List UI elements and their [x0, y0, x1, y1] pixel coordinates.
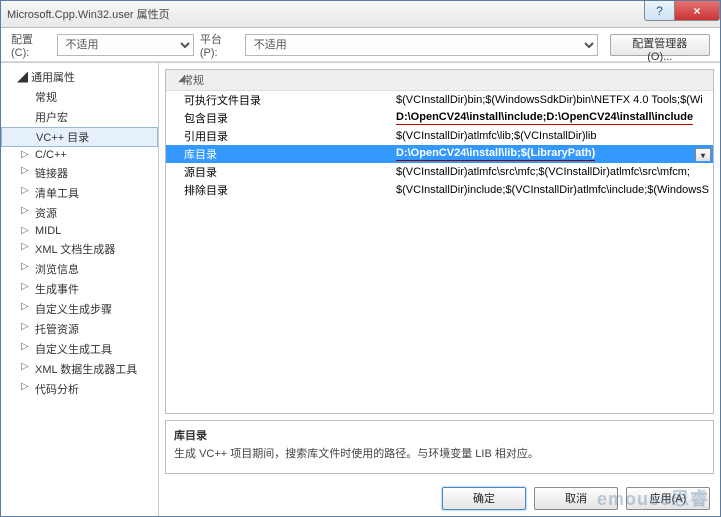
tree-item-label: VC++ 目录 [36, 132, 89, 144]
expand-icon[interactable]: ▷ [21, 261, 29, 272]
expand-icon[interactable]: ▷ [21, 165, 29, 176]
tree-root[interactable]: ◢ ◢ 通用属性 [1, 67, 158, 87]
tree-item-11[interactable]: ▷ 自定义生成步骤 [1, 299, 158, 319]
config-select[interactable]: 不适用 [57, 34, 194, 56]
tree-item-label: 自定义生成步骤 [35, 304, 112, 316]
expand-icon[interactable]: ▷ [21, 241, 29, 252]
property-value[interactable]: D:\OpenCV24\install\lib;$(LibraryPath)▾ [396, 147, 713, 161]
grid-row[interactable]: 库目录D:\OpenCV24\install\lib;$(LibraryPath… [166, 145, 713, 163]
tree-item-7[interactable]: ▷ MIDL [1, 223, 158, 239]
expand-icon[interactable]: ▷ [21, 281, 29, 292]
collapse-icon[interactable]: ◢ [178, 73, 185, 84]
expand-icon[interactable]: ▷ [21, 225, 29, 236]
tree-item-label: 用户宏 [35, 112, 68, 124]
tree-item-label: 链接器 [35, 168, 68, 180]
tree-item-1[interactable]: 用户宏 [1, 107, 158, 127]
grid-body: 可执行文件目录$(VCInstallDir)bin;$(WindowsSdkDi… [166, 91, 713, 413]
expand-icon[interactable]: ▷ [21, 301, 29, 312]
property-name: 排除目录 [166, 182, 396, 198]
tree-item-label: 托管资源 [35, 324, 79, 336]
property-page-window: Microsoft.Cpp.Win32.user 属性页 ? × 配置(C): … [0, 0, 721, 517]
tree-item-label: 生成事件 [35, 284, 79, 296]
description-panel: 库目录 生成 VC++ 项目期间，搜索库文件时使用的路径。与环境变量 LIB 相… [165, 420, 714, 474]
expand-icon[interactable]: ▷ [21, 381, 29, 392]
grid-row[interactable]: 可执行文件目录$(VCInstallDir)bin;$(WindowsSdkDi… [166, 91, 713, 109]
tree-item-15[interactable]: ▷ 代码分析 [1, 379, 158, 399]
tree-item-label: 自定义生成工具 [35, 344, 112, 356]
tree-item-3[interactable]: ▷ C/C++ [1, 147, 158, 163]
property-name: 包含目录 [166, 110, 396, 126]
tree-item-0[interactable]: 常规 [1, 87, 158, 107]
tree-item-10[interactable]: ▷ 生成事件 [1, 279, 158, 299]
tree-item-label: XML 文档生成器 [35, 244, 115, 256]
grid-row[interactable]: 引用目录$(VCInstallDir)atlmfc\lib;$(VCInstal… [166, 127, 713, 145]
tree-item-5[interactable]: ▷ 清单工具 [1, 183, 158, 203]
expand-icon[interactable]: ▷ [21, 149, 29, 160]
property-value[interactable]: $(VCInstallDir)include;$(VCInstallDir)at… [396, 184, 713, 196]
tree-item-8[interactable]: ▷ XML 文档生成器 [1, 239, 158, 259]
description-text: 生成 VC++ 项目期间，搜索库文件时使用的路径。与环境变量 LIB 相对应。 [174, 445, 705, 461]
grid-row[interactable]: 排除目录$(VCInstallDir)include;$(VCInstallDi… [166, 181, 713, 199]
property-value[interactable]: $(VCInstallDir)atlmfc\lib;$(VCInstallDir… [396, 130, 713, 142]
tree-item-9[interactable]: ▷ 浏览信息 [1, 259, 158, 279]
tree-item-4[interactable]: ▷ 链接器 [1, 163, 158, 183]
property-name: 源目录 [166, 164, 396, 180]
grid-group-header[interactable]: ◢ 常规 [166, 70, 713, 91]
property-name: 可执行文件目录 [166, 92, 396, 108]
tree-item-label: 常规 [35, 92, 57, 104]
toolbar: 配置(C): 不适用 平台(P): 不适用 配置管理器(O)... [1, 28, 720, 62]
property-name: 库目录 [166, 146, 396, 162]
tree-item-label: 资源 [35, 208, 57, 220]
tree-item-label: 浏览信息 [35, 264, 79, 276]
ok-button[interactable]: 确定 [442, 487, 526, 510]
property-value[interactable]: $(VCInstallDir)atlmfc\src\mfc;$(VCInstal… [396, 166, 713, 178]
config-manager-button[interactable]: 配置管理器(O)... [610, 34, 710, 56]
expand-icon[interactable]: ▷ [21, 185, 29, 196]
tree-item-6[interactable]: ▷ 资源 [1, 203, 158, 223]
tree-item-label: 清单工具 [35, 188, 79, 200]
grid-row[interactable]: 源目录$(VCInstallDir)atlmfc\src\mfc;$(VCIns… [166, 163, 713, 181]
dropdown-icon[interactable]: ▾ [695, 148, 711, 161]
property-name: 引用目录 [166, 128, 396, 144]
platform-select[interactable]: 不适用 [245, 34, 598, 56]
property-grid: ◢ 常规 可执行文件目录$(VCInstallDir)bin;$(Windows… [165, 69, 714, 414]
tree-item-label: 代码分析 [35, 384, 79, 396]
expand-icon[interactable]: ▷ [21, 341, 29, 352]
titlebar-buttons: ? × [644, 1, 720, 21]
right-pane: ◢ 常规 可执行文件目录$(VCInstallDir)bin;$(Windows… [159, 63, 720, 516]
description-title: 库目录 [174, 427, 705, 443]
expand-icon[interactable]: ▷ [21, 361, 29, 372]
footer: 确定 取消 应用(A) [159, 480, 720, 516]
tree-item-label: XML 数据生成器工具 [35, 364, 137, 376]
property-value[interactable]: $(VCInstallDir)bin;$(WindowsSdkDir)bin\N… [396, 94, 713, 106]
window-title: Microsoft.Cpp.Win32.user 属性页 [7, 6, 170, 22]
tree-item-14[interactable]: ▷ XML 数据生成器工具 [1, 359, 158, 379]
body: ◢ ◢ 通用属性 常规用户宏VC++ 目录▷C/C++▷链接器▷清单工具▷资源▷… [1, 62, 720, 516]
apply-button[interactable]: 应用(A) [626, 487, 710, 510]
property-value[interactable]: D:\OpenCV24\install\include;D:\OpenCV24\… [396, 111, 713, 125]
titlebar: Microsoft.Cpp.Win32.user 属性页 ? × [1, 1, 720, 28]
close-button[interactable]: × [674, 1, 720, 21]
platform-label: 平台(P): [200, 31, 239, 59]
expand-icon[interactable]: ▷ [21, 205, 29, 216]
expand-icon[interactable]: ▷ [21, 321, 29, 332]
config-label: 配置(C): [11, 31, 51, 59]
tree-item-2[interactable]: VC++ 目录 [1, 127, 158, 147]
tree-item-13[interactable]: ▷ 自定义生成工具 [1, 339, 158, 359]
grid-row[interactable]: 包含目录D:\OpenCV24\install\include;D:\OpenC… [166, 109, 713, 127]
tree-item-label: C/C++ [35, 149, 67, 161]
tree-item-12[interactable]: ▷ 托管资源 [1, 319, 158, 339]
cancel-button[interactable]: 取消 [534, 487, 618, 510]
help-button[interactable]: ? [644, 1, 674, 21]
nav-tree[interactable]: ◢ ◢ 通用属性 常规用户宏VC++ 目录▷C/C++▷链接器▷清单工具▷资源▷… [1, 63, 159, 516]
tree-item-label: MIDL [35, 225, 61, 237]
